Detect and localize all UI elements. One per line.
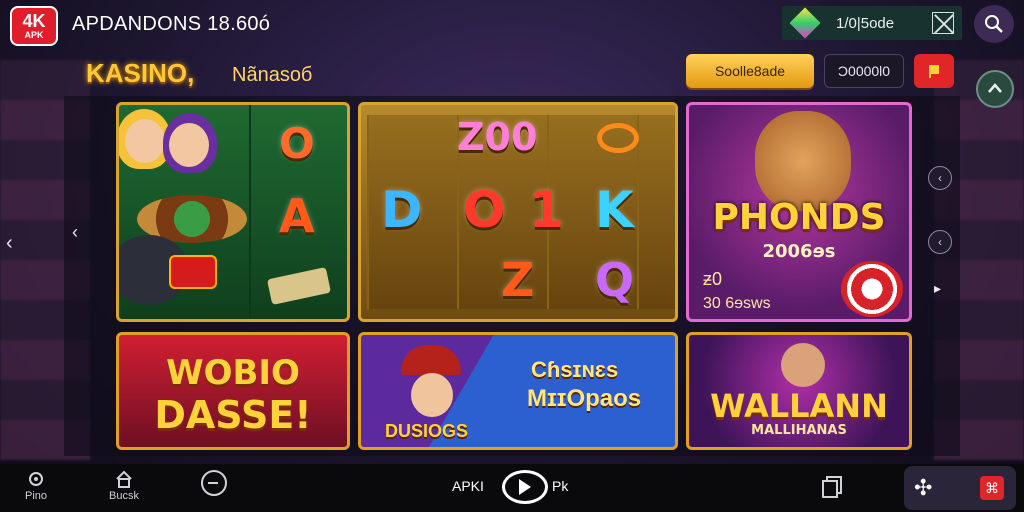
slot-top-symbol: Z00	[457, 115, 538, 159]
chevron-left-small-icon[interactable]: ‹	[928, 230, 952, 254]
nav-label: Bucsk	[109, 490, 139, 502]
home-icon	[113, 468, 135, 490]
phonds-label: 30 6ɘsws	[703, 295, 771, 312]
slot-symbol: Z	[501, 253, 535, 307]
flag-icon	[929, 65, 939, 78]
clock-icon	[199, 468, 229, 498]
game-tile-wobio[interactable]: WOBIO DASSE!	[116, 332, 350, 450]
slot-symbol: 1	[529, 181, 564, 239]
game-tile-wallann[interactable]: WALLANN MALLIHANAS	[686, 332, 912, 450]
nav-item-clock[interactable]	[184, 468, 244, 508]
wobio-line1: WOBIO	[166, 353, 300, 393]
red-button-illustration	[169, 255, 217, 289]
nav-label: Pino	[24, 490, 48, 502]
app-title: APDANDONS 18.60ó	[72, 13, 271, 35]
quick-actions-tray: ✣ ⌘	[904, 466, 1016, 510]
coin-ring-icon	[597, 123, 639, 153]
character-face	[411, 373, 453, 417]
wallann-line1: WALLANN	[710, 387, 888, 425]
logo-line1: 4K	[22, 11, 46, 31]
chevron-left-small-icon[interactable]: ‹	[928, 166, 952, 190]
nav-item-pino[interactable]: Pino	[6, 468, 66, 508]
casinos-line2: MɪɪOpaos	[527, 385, 642, 412]
poker-chips-icon	[841, 261, 903, 317]
bear-mascot-illustration	[755, 111, 851, 211]
caret-right-icon[interactable]: ▸	[934, 280, 941, 297]
cash-stack-icon	[266, 267, 332, 305]
hero-subtitle: Nãnasoб	[232, 64, 313, 86]
top-bar: 4K APK APDANDONS 18.60ó 1/0|5ode	[0, 0, 1024, 48]
character-face	[781, 343, 825, 387]
copy-icon[interactable]	[822, 476, 844, 498]
game-tile-roulette-slot[interactable]: O A	[116, 102, 350, 322]
wallet-bar[interactable]: 1/0|5ode	[782, 6, 962, 40]
casinos-caption: DUSIOGS	[385, 421, 469, 441]
wallann-line2: MALLIHANAS	[751, 423, 847, 438]
hero-title: KASINO,	[86, 58, 195, 88]
center-label-left: APKI	[452, 478, 484, 494]
center-label-right: Pk	[552, 478, 569, 494]
game-tile-phonds[interactable]: PHONDS 2006ɘs ƶ0 30 6ɘsws	[686, 102, 912, 322]
logo-line2: APK	[24, 30, 44, 40]
slot-symbol: Q	[595, 253, 635, 307]
close-box-icon[interactable]	[932, 12, 954, 34]
chevron-up-icon	[988, 83, 1002, 93]
phonds-subtitle: 2006ɘs	[762, 241, 836, 262]
nav-item-bucsk[interactable]: Bucsk	[94, 468, 154, 508]
gem-icon	[789, 7, 821, 39]
amount-field[interactable]: Ɔ0000l0	[824, 54, 904, 88]
eye-icon[interactable]	[502, 470, 548, 504]
search-button[interactable]	[974, 5, 1014, 43]
grid-x-icon[interactable]: ✣	[914, 476, 938, 500]
slot-symbol: D	[381, 181, 423, 239]
chevron-left-icon[interactable]: ‹	[6, 232, 13, 255]
game-tile-slot-reels[interactable]: Z00 D O 1 K Z Q	[358, 102, 678, 322]
collapse-button[interactable]	[976, 70, 1014, 108]
search-icon	[985, 15, 1003, 33]
red-app-icon[interactable]: ⌘	[980, 476, 1004, 500]
slot-symbol: O	[279, 119, 315, 168]
phonds-title: PHONDS	[712, 197, 886, 238]
bottom-nav: Pino Bucsk APKI Pk ✣ ⌘	[0, 464, 1024, 512]
hat-illustration	[401, 345, 461, 375]
game-tile-casinos[interactable]: DUSIOGS Cɦsɪɴɛs MɪɪOpaos	[358, 332, 678, 450]
phonds-label: ƶ0	[703, 269, 723, 289]
wallet-balance: 1/0|5ode	[836, 14, 895, 32]
slot-symbol: K	[595, 181, 634, 239]
slot-symbol: O	[463, 181, 506, 239]
carousel-prev-icon[interactable]: ‹	[72, 222, 78, 243]
app-logo[interactable]: 4K APK	[10, 6, 58, 46]
casinos-line1: Cɦsɪɴɛs	[531, 357, 619, 382]
gold-action-button[interactable]: Soolle8ade	[686, 54, 814, 88]
wobio-line2: DASSE!	[154, 393, 312, 437]
slot-symbol: A	[279, 189, 315, 243]
red-flag-button[interactable]	[914, 54, 954, 88]
gear-icon	[25, 468, 47, 490]
